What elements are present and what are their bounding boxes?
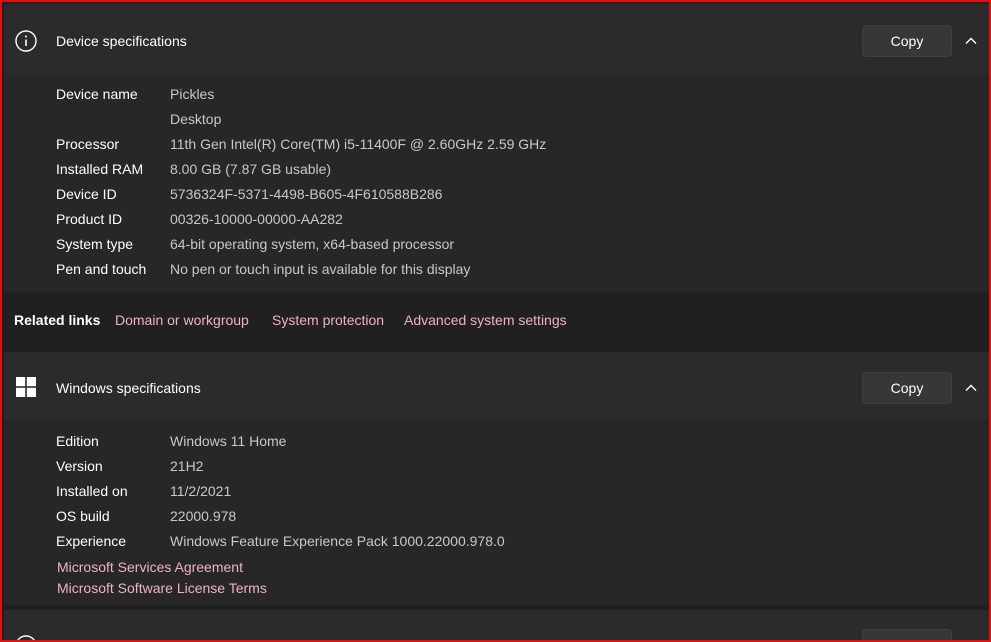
spec-value: 11th Gen Intel(R) Core(TM) i5-11400F @ 2… [170, 136, 547, 152]
spec-value: 5736324F-5371-4498-B605-4F610588B286 [170, 186, 443, 202]
windows-specifications-copy-button[interactable]: Copy [862, 372, 952, 404]
windows-logo-icon [16, 377, 36, 397]
windows-specifications-body: Edition Windows 11 Home Version 21H2 Ins… [4, 420, 989, 605]
spec-value: Desktop [170, 111, 222, 127]
spec-value: Windows 11 Home [170, 433, 287, 449]
spec-label: Device ID [56, 186, 117, 202]
link-domain-or-workgroup[interactable]: Domain or workgroup [115, 312, 249, 328]
link-microsoft-software-license-terms[interactable]: Microsoft Software License Terms [57, 580, 267, 596]
device-specifications-body: Device name Pickles Desktop Processor 11… [4, 74, 989, 292]
next-section-card [4, 610, 989, 640]
related-links-bar: Related links Domain or workgroup System… [4, 295, 989, 349]
spec-value: No pen or touch input is available for t… [170, 261, 471, 277]
related-links-title: Related links [14, 312, 101, 328]
spec-label: Processor [56, 136, 120, 152]
info-icon [15, 30, 37, 52]
spec-label: Device name [56, 86, 138, 102]
link-advanced-system-settings[interactable]: Advanced system settings [404, 312, 567, 328]
spec-value: 00326-10000-00000-AA282 [170, 211, 343, 227]
spec-value: 11/2/2021 [170, 483, 232, 499]
device-specifications-card: Device specifications Copy Device name P… [4, 4, 989, 292]
windows-specifications-header[interactable]: Windows specifications Copy [4, 352, 989, 420]
section-icon [17, 635, 35, 640]
spec-label: Edition [56, 433, 99, 449]
next-section-copy-button[interactable] [862, 629, 952, 640]
spec-label: Installed on [56, 483, 128, 499]
device-specifications-copy-button[interactable]: Copy [862, 25, 952, 57]
spec-value: 21H2 [170, 458, 204, 474]
chevron-up-icon[interactable] [963, 33, 979, 49]
spec-value: Windows Feature Experience Pack 1000.220… [170, 533, 505, 549]
spec-label: Product ID [56, 211, 123, 227]
spec-label: OS build [56, 508, 110, 524]
spec-value: 64-bit operating system, x64-based proce… [170, 236, 455, 252]
spec-label: Installed RAM [56, 161, 144, 177]
spec-value: 22000.978 [170, 508, 237, 524]
spec-value: 8.00 GB (7.87 GB usable) [170, 161, 332, 177]
link-system-protection[interactable]: System protection [272, 312, 384, 328]
windows-specifications-title: Windows specifications [56, 380, 201, 396]
device-specifications-title: Device specifications [56, 33, 187, 49]
spec-label: Pen and touch [56, 261, 147, 277]
device-specifications-header[interactable]: Device specifications Copy [4, 4, 989, 74]
spec-value: Pickles [170, 86, 215, 102]
spec-label: Version [56, 458, 103, 474]
windows-specifications-card: Windows specifications Copy Edition Wind… [4, 352, 989, 605]
spec-label: Experience [56, 533, 127, 549]
chevron-up-icon[interactable] [963, 380, 979, 396]
spec-label: System type [56, 236, 134, 252]
settings-about-page: Device specifications Copy Device name P… [0, 0, 991, 642]
link-microsoft-services-agreement[interactable]: Microsoft Services Agreement [57, 559, 243, 575]
